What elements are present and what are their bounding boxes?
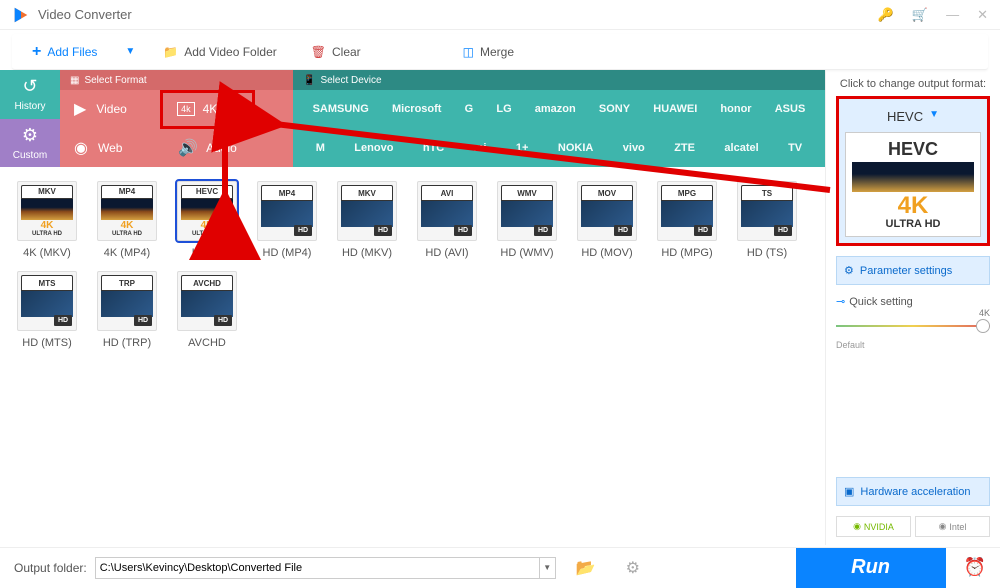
- brand-g[interactable]: G: [465, 103, 474, 115]
- video-category[interactable]: ▶Video: [60, 99, 160, 119]
- intel-chip[interactable]: ◉ Intel: [915, 516, 990, 537]
- web-category[interactable]: ◉Web: [60, 138, 160, 158]
- brand-honor[interactable]: honor: [720, 103, 751, 115]
- format-tile-4kmkv[interactable]: MKV4KULTRA HD4K (MKV): [12, 181, 82, 259]
- brand-nokia[interactable]: NOKIA: [558, 142, 593, 154]
- toolbar: +Add Files ▼ 📁Add Video Folder 🗑Clear ◫M…: [12, 34, 988, 70]
- format-tile-hdmp4[interactable]: MP4HDHD (MP4): [252, 181, 322, 259]
- quality-slider[interactable]: 4K: [836, 316, 990, 336]
- format-tile-avchd[interactable]: AVCHDHDAVCHD: [172, 271, 242, 349]
- format-tile-hdts[interactable]: TSHDHD (TS): [732, 181, 802, 259]
- brand-1+[interactable]: 1+: [516, 142, 529, 154]
- brand-sony[interactable]: SONY: [599, 103, 630, 115]
- merge-button[interactable]: ◫Merge: [457, 41, 520, 63]
- format-tile-hdwmv[interactable]: WMVHDHD (WMV): [492, 181, 562, 259]
- format-grid: MKV4KULTRA HD4K (MKV)MP44KULTRA HD4K (MP…: [0, 167, 825, 545]
- brand-lenovo[interactable]: Lenovo: [354, 142, 393, 154]
- chevron-down-icon: ▼: [929, 109, 939, 124]
- output-folder-label: Output folder:: [14, 561, 87, 575]
- format-tile-hdtrp[interactable]: TRPHDHD (TRP): [92, 271, 162, 349]
- device-brands: SAMSUNG Microsoft G LG amazon SONY HUAWEI honor…: [293, 90, 825, 167]
- hardware-acceleration-button[interactable]: ▣Hardware acceleration: [836, 477, 990, 506]
- close-button[interactable]: ✕: [977, 7, 988, 23]
- key-icon[interactable]: 🔑: [878, 7, 894, 23]
- brand-samsung[interactable]: SAMSUNG: [313, 103, 369, 115]
- chip-icon: ▣: [844, 485, 854, 498]
- settings-icon[interactable]: ⚙: [626, 558, 640, 578]
- brand-amazon[interactable]: amazon: [535, 103, 576, 115]
- parameter-settings-button[interactable]: ⚙Parameter settings: [836, 256, 990, 285]
- brand-alcatel[interactable]: alcatel: [724, 142, 758, 154]
- format-tile-hdmkv[interactable]: MKVHDHD (MKV): [332, 181, 402, 259]
- format-tile-hdmov[interactable]: MOVHDHD (MOV): [572, 181, 642, 259]
- brand-zte[interactable]: ZTE: [674, 142, 695, 154]
- bottombar: Output folder: ▼ 📂 ⚙ Run ⏰: [0, 547, 1000, 587]
- select-format-tab[interactable]: ▦Select Format: [60, 70, 293, 90]
- 4k-hd-category[interactable]: 4k4K/HD: [160, 90, 255, 129]
- output-format-preview[interactable]: HEVC▼ HEVC 4K ULTRA HD: [836, 96, 990, 246]
- brand-vivo[interactable]: vivo: [623, 142, 645, 154]
- select-device-tab[interactable]: 📱Select Device: [293, 70, 825, 90]
- brand-asus[interactable]: ASUS: [775, 103, 806, 115]
- open-folder-icon[interactable]: 📂: [576, 558, 596, 578]
- brand-mi[interactable]: mi: [474, 142, 487, 154]
- brand-htc[interactable]: hTC: [423, 142, 444, 154]
- app-logo-icon: [12, 6, 30, 24]
- sliders-icon: ⚙: [844, 264, 854, 277]
- brand-microsoft[interactable]: Microsoft: [392, 103, 442, 115]
- brand-m[interactable]: M: [316, 142, 325, 154]
- format-tile-hdmpg[interactable]: MPGHDHD (MPG): [652, 181, 722, 259]
- format-tile-hevc[interactable]: HEVC4KULTRA HDHEVC: [172, 181, 242, 259]
- nvidia-chip[interactable]: ◉ NVIDIA: [836, 516, 911, 537]
- quick-setting-label: ⊸Quick setting: [836, 295, 990, 308]
- history-tab[interactable]: ↺History: [0, 70, 60, 119]
- output-folder-dropdown[interactable]: ▼: [540, 557, 556, 579]
- format-tile-hdmts[interactable]: MTSHDHD (MTS): [12, 271, 82, 349]
- add-files-dropdown[interactable]: ▼: [125, 46, 135, 57]
- custom-tab[interactable]: ⚙Custom: [0, 119, 60, 168]
- cart-icon[interactable]: 🛒: [912, 7, 928, 23]
- clear-button[interactable]: 🗑Clear: [305, 41, 367, 63]
- add-folder-button[interactable]: 📁Add Video Folder: [157, 41, 282, 63]
- brand-huawei[interactable]: HUAWEI: [653, 103, 697, 115]
- output-folder-input[interactable]: [95, 557, 540, 579]
- minimize-button[interactable]: —: [946, 7, 959, 22]
- format-tile-hdavi[interactable]: AVIHDHD (AVI): [412, 181, 482, 259]
- brand-lg[interactable]: LG: [496, 103, 511, 115]
- output-format-label: Click to change output format:: [836, 78, 990, 90]
- schedule-icon[interactable]: ⏰: [964, 557, 986, 578]
- right-panel: Click to change output format: HEVC▼ HEV…: [825, 70, 1000, 545]
- default-label: Default: [836, 340, 990, 350]
- format-tile-4kmp4[interactable]: MP44KULTRA HD4K (MP4): [92, 181, 162, 259]
- add-files-button[interactable]: +Add Files: [26, 39, 103, 65]
- titlebar: Video Converter 🔑 🛒 — ✕: [0, 0, 1000, 30]
- app-title: Video Converter: [38, 7, 132, 22]
- brand-tv[interactable]: TV: [788, 142, 802, 154]
- audio-category[interactable]: 🔊Audio: [160, 129, 255, 168]
